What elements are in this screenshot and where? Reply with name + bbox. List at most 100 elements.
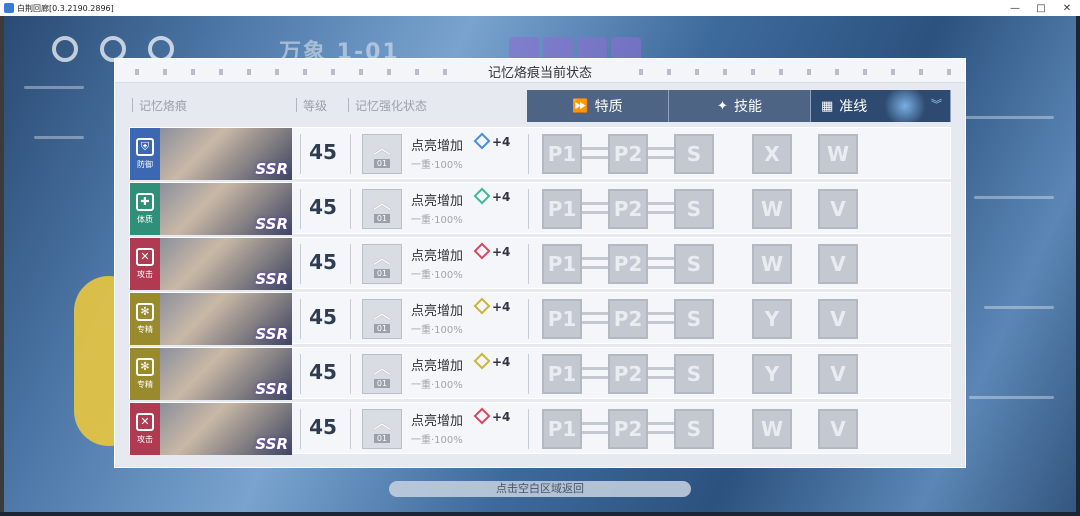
minimize-button[interactable]: — [1002,3,1028,14]
node-1[interactable]: P2 [608,354,648,394]
memory-card[interactable]: ✻ 专精 SSR [130,293,292,345]
node-0[interactable]: P1 [542,354,582,394]
type-label: 防御 [137,160,153,169]
node-2[interactable]: S [674,409,714,449]
type-icon: ✻ [136,358,154,376]
memory-type-badge: ✕ 攻击 [130,403,160,455]
enhance-label: 点亮增加 [411,249,464,264]
node-4[interactable]: V [818,299,858,339]
rarity-label: SSR [255,215,288,233]
node-1[interactable]: P2 [608,409,648,449]
enhance-icon[interactable]: ︿ 01 [362,409,402,449]
node-4[interactable]: V [818,354,858,394]
trait-icon: ⏩ [572,98,589,114]
enhance-icon[interactable]: ︿ 01 [362,134,402,174]
enhance-sub: 一重·100% [411,270,463,281]
enhance-icon[interactable]: ︿ 01 [362,244,402,284]
rarity-label: SSR [255,270,288,288]
level-value: 45 [309,415,337,439]
enhance-icon[interactable]: ︿ 01 [362,189,402,229]
enhance-tier: 01 [373,268,391,278]
memory-card[interactable]: ✕ 攻击 SSR [130,403,292,455]
memory-row[interactable]: ✕ 攻击 SSR 45 ︿ 01 点亮增加 +4 一重·100% P1 P2 S W V [129,237,951,290]
enhance-sub: 一重·100% [411,435,463,446]
enhance-bonus: +4 [473,132,511,150]
rarity-label: SSR [255,380,288,398]
bonus-value: +4 [492,355,511,369]
enhance-icon[interactable]: ︿ 01 [362,354,402,394]
memory-card[interactable]: ✕ 攻击 SSR [130,238,292,290]
node-1[interactable]: P2 [608,244,648,284]
node-4[interactable]: V [818,189,858,229]
guideline-icon: ▦ [821,98,834,114]
node-0[interactable]: P1 [542,189,582,229]
gem-icon [473,407,491,425]
memory-type-badge: ✻ 专精 [130,293,160,345]
node-1[interactable]: P2 [608,134,648,174]
memory-card[interactable]: ✻ 专精 SSR [130,348,292,400]
memory-card[interactable]: ⛨ 防御 SSR [130,128,292,180]
type-icon: ✕ [136,248,154,266]
node-4[interactable]: V [818,409,858,449]
level-value: 45 [309,305,337,329]
memory-row[interactable]: ✻ 专精 SSR 45 ︿ 01 点亮增加 +4 一重·100% P1 P2 S Y V [129,347,951,400]
node-link [648,367,674,379]
enhance-sub: 一重·100% [411,215,463,226]
column-header-level: 等级 [295,98,328,113]
close-button[interactable]: ✕ [1054,3,1080,14]
enhance-sub: 一重·100% [411,380,463,391]
memory-row[interactable]: ✚ 体质 SSR 45 ︿ 01 点亮增加 +4 一重·100% P1 P2 S W V [129,182,951,235]
rarity-label: SSR [255,160,288,178]
enhance-tier: 01 [373,323,391,333]
node-0[interactable]: P1 [542,134,582,174]
maximize-button[interactable]: □ [1028,3,1054,14]
node-2[interactable]: S [674,244,714,284]
node-1[interactable]: P2 [608,189,648,229]
node-4[interactable]: W [818,134,858,174]
level-value: 45 [309,195,337,219]
node-3[interactable]: W [752,189,792,229]
node-2[interactable]: S [674,299,714,339]
enhance-tier: 01 [373,378,391,388]
node-3[interactable]: Y [752,299,792,339]
enhance-label: 点亮增加 [411,359,464,374]
node-2[interactable]: S [674,134,714,174]
node-link [648,422,674,434]
bonus-value: +4 [492,190,511,204]
node-2[interactable]: S [674,189,714,229]
memory-row[interactable]: ⛨ 防御 SSR 45 ︿ 01 点亮增加 +4 一重·100% P1 P2 S X W [129,127,951,180]
node-3[interactable]: X [752,134,792,174]
node-0[interactable]: P1 [542,299,582,339]
skill-icon: ✦ [717,98,728,114]
tab-label: 准线 [839,99,868,115]
node-link [648,257,674,269]
node-0[interactable]: P1 [542,244,582,284]
memory-status-panel: 记忆烙痕当前状态 记忆烙痕 等级 记忆强化状态 ⏩ 特质 ✦ 技能 ▦ 准线 ︾… [114,58,966,468]
node-link [582,312,608,324]
bonus-value: +4 [492,245,511,259]
tab-skill[interactable]: ✦ 技能 [669,90,811,122]
chevron-up-icon: ︿ [373,302,391,324]
enhance-icon[interactable]: ︿ 01 [362,299,402,339]
level-value: 45 [309,250,337,274]
node-0[interactable]: P1 [542,409,582,449]
memory-card[interactable]: ✚ 体质 SSR [130,183,292,235]
memory-row[interactable]: ✻ 专精 SSR 45 ︿ 01 点亮增加 +4 一重·100% P1 P2 S Y V [129,292,951,345]
memory-type-badge: ✕ 攻击 [130,238,160,290]
node-4[interactable]: V [818,244,858,284]
tab-guideline[interactable]: ▦ 准线 ︾ [811,90,951,122]
panel-title: 记忆烙痕当前状态 [487,66,592,81]
tab-trait[interactable]: ⏩ 特质 [527,90,669,122]
bonus-value: +4 [492,135,511,149]
node-2[interactable]: S [674,354,714,394]
memory-type-badge: ✚ 体质 [130,183,160,235]
enhance-bonus: +4 [473,407,510,425]
app-icon [4,3,14,13]
chevron-down-icon[interactable]: ︾ [931,96,942,112]
node-3[interactable]: W [752,409,792,449]
memory-row[interactable]: ✕ 攻击 SSR 45 ︿ 01 点亮增加 +4 一重·100% P1 P2 S W V [129,402,951,455]
node-1[interactable]: P2 [608,299,648,339]
node-3[interactable]: W [752,244,792,284]
return-hint[interactable]: 点击空白区域返回 [389,481,691,497]
node-3[interactable]: Y [752,354,792,394]
